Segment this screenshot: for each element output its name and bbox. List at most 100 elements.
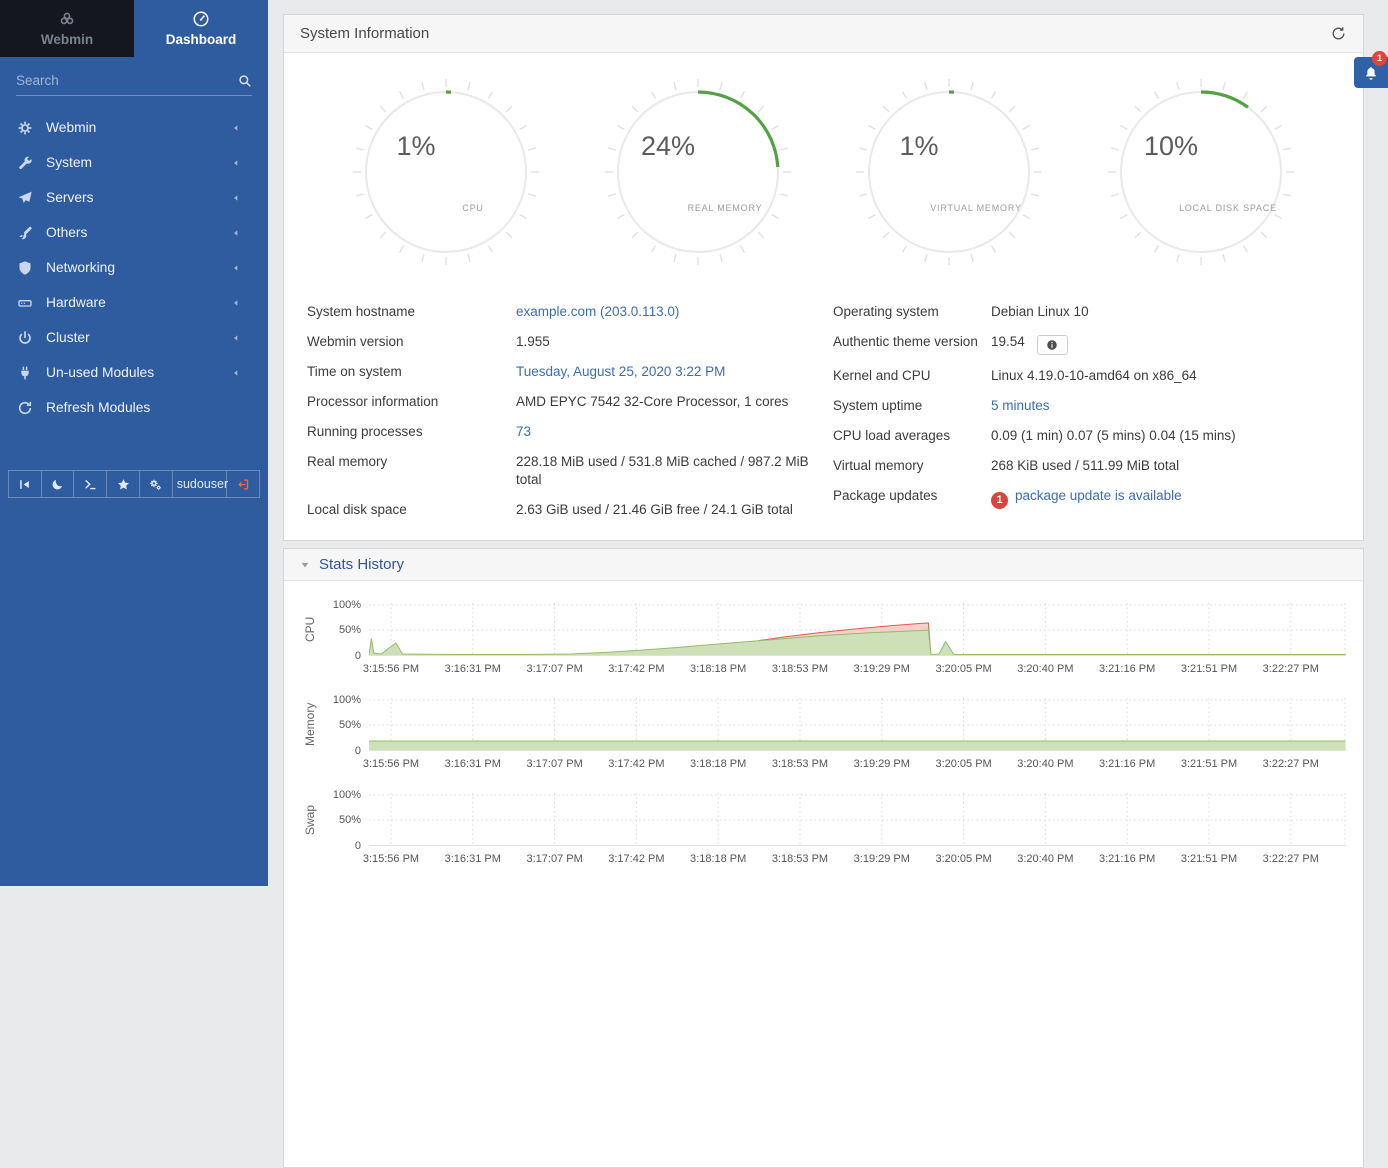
- gauge-real-memory: 24%REAL MEMORY: [603, 77, 793, 267]
- sidebar-menu: Webmin System Servers Others Networking Hardw…: [0, 110, 268, 425]
- refresh-icon: [17, 400, 33, 416]
- info-label: Operating system: [833, 303, 991, 321]
- x-tick-label: 3:22:27 PM: [1263, 853, 1319, 865]
- chart-axis-title: Swap: [302, 793, 318, 846]
- sidebar: Webmin Dashboard Webmin System Servers Othe…: [0, 0, 268, 886]
- info-value-link[interactable]: Tuesday, August 25, 2020 3:22 PM: [516, 364, 725, 379]
- x-tick-label: 3:16:31 PM: [445, 853, 501, 865]
- search-icon[interactable]: [238, 74, 252, 88]
- tab-dashboard[interactable]: Dashboard: [134, 0, 268, 57]
- info-label: Running processes: [307, 423, 516, 441]
- sidebar-item-refresh-modules[interactable]: Refresh Modules: [0, 390, 268, 425]
- sidebar-item-servers[interactable]: Servers: [0, 180, 268, 215]
- sidebar-item-webmin[interactable]: Webmin: [0, 110, 268, 145]
- search-input[interactable]: [16, 73, 238, 88]
- info-icon: [1046, 339, 1058, 351]
- x-tick-label: 3:21:51 PM: [1181, 663, 1237, 675]
- logout-button[interactable]: [227, 470, 260, 498]
- stats-history-title: Stats History: [319, 556, 404, 573]
- x-tick-label: 3:15:56 PM: [363, 663, 419, 675]
- webmin-logo-icon: [58, 10, 76, 28]
- theme-settings-button[interactable]: [140, 470, 173, 498]
- sidebar-item-label: Cluster: [46, 330, 90, 345]
- info-label: Real memory: [307, 453, 516, 489]
- power-icon: [17, 330, 33, 346]
- stats-history-panel: Stats History CPU100%50%03:15:56 PM3:16:…: [283, 548, 1364, 1168]
- x-tick-label: 3:17:07 PM: [526, 853, 582, 865]
- sidebar-item-label: Webmin: [46, 120, 96, 135]
- info-label: CPU load averages: [833, 427, 991, 445]
- x-tick-label: 3:19:29 PM: [854, 758, 910, 770]
- system-info-table: System hostnameexample.com (203.0.113.0)…: [284, 267, 1363, 531]
- x-tick-label: 3:21:51 PM: [1181, 758, 1237, 770]
- info-label: Time on system: [307, 363, 516, 381]
- info-value: Debian Linux 10: [991, 304, 1089, 319]
- info-row: System uptime5 minutes: [833, 397, 1337, 415]
- shield-icon: [17, 260, 33, 276]
- sidebar-item-label: Others: [46, 225, 87, 240]
- sidebar-item-unused-modules[interactable]: Un-used Modules: [0, 355, 268, 390]
- x-tick-label: 3:18:53 PM: [772, 853, 828, 865]
- terminal-button[interactable]: [74, 470, 107, 498]
- x-tick-label: 3:15:56 PM: [363, 853, 419, 865]
- info-value-link[interactable]: 73: [516, 424, 531, 439]
- terminal-icon: [84, 478, 97, 491]
- info-row: CPU load averages0.09 (1 min) 0.07 (5 mi…: [833, 427, 1337, 445]
- info-row: Package updates1package update is availa…: [833, 487, 1337, 509]
- x-tick-label: 3:16:31 PM: [445, 758, 501, 770]
- gauge-percent: 1%: [396, 131, 435, 161]
- sidebar-item-label: Hardware: [46, 295, 106, 310]
- info-row: Kernel and CPULinux 4.19.0-10-amd64 on x…: [833, 367, 1337, 385]
- info-value-link[interactable]: 5 minutes: [991, 398, 1050, 413]
- refresh-panel-button[interactable]: [1330, 25, 1347, 42]
- info-row: Real memory228.18 MiB used / 531.8 MiB c…: [307, 453, 811, 489]
- stats-history-header[interactable]: Stats History: [284, 549, 1363, 581]
- chart-memory: Memory100%50%03:15:56 PM3:16:31 PM3:17:0…: [284, 698, 1363, 793]
- tab-webmin[interactable]: Webmin: [0, 0, 134, 57]
- info-label: Local disk space: [307, 501, 516, 519]
- favorites-button[interactable]: [107, 470, 140, 498]
- gauge-percent: 24%: [641, 131, 695, 161]
- sidebar-item-label: Un-used Modules: [46, 365, 154, 380]
- notifications-tab[interactable]: 1: [1354, 57, 1388, 88]
- sidebar-toolbar: sudouser: [8, 470, 260, 498]
- night-mode-button[interactable]: [42, 470, 75, 498]
- hdd-icon: [17, 295, 33, 311]
- sidebar-item-label: Servers: [46, 190, 94, 205]
- sidebar-item-label: Networking: [46, 260, 115, 275]
- info-row: Local disk space2.63 GiB used / 21.46 Gi…: [307, 501, 811, 519]
- caret-left-icon: [232, 229, 240, 237]
- sidebar-item-hardware[interactable]: Hardware: [0, 285, 268, 320]
- x-tick-label: 3:18:53 PM: [772, 758, 828, 770]
- info-row: Webmin version1.955: [307, 333, 811, 351]
- info-value-link[interactable]: package update is available: [1015, 488, 1182, 503]
- dashboard-icon: [192, 10, 210, 28]
- gauge-cpu: 1%CPU: [351, 77, 541, 267]
- info-value: 228.18 MiB used / 531.8 MiB cached / 987…: [516, 454, 809, 487]
- collapse-sidebar-button[interactable]: [8, 470, 42, 498]
- user-button[interactable]: sudouser: [173, 470, 228, 498]
- series-memory-used: [369, 741, 1346, 750]
- sidebar-item-others[interactable]: Others: [0, 215, 268, 250]
- gauge-label: LOCAL DISK SPACE: [1179, 203, 1277, 213]
- info-label: Virtual memory: [833, 457, 991, 475]
- x-tick-label: 3:18:18 PM: [690, 663, 746, 675]
- x-tick-label: 3:20:05 PM: [935, 663, 991, 675]
- sidebar-item-system[interactable]: System: [0, 145, 268, 180]
- info-row: Operating systemDebian Linux 10: [833, 303, 1337, 321]
- y-tick-label: 0: [355, 650, 361, 662]
- info-label: Webmin version: [307, 333, 516, 351]
- tools-icon: [17, 225, 33, 241]
- x-tick-label: 3:18:18 PM: [690, 758, 746, 770]
- x-tick-label: 3:18:18 PM: [690, 853, 746, 865]
- theme-info-button[interactable]: [1037, 335, 1068, 355]
- y-tick-label: 0: [355, 840, 361, 852]
- x-tick-label: 3:20:05 PM: [935, 853, 991, 865]
- x-tick-label: 3:22:27 PM: [1263, 758, 1319, 770]
- info-value-link[interactable]: example.com (203.0.113.0): [516, 304, 679, 319]
- sidebar-item-cluster[interactable]: Cluster: [0, 320, 268, 355]
- gear-icon: [17, 120, 33, 136]
- sidebar-item-networking[interactable]: Networking: [0, 250, 268, 285]
- y-tick-label: 50%: [339, 624, 361, 636]
- x-tick-label: 3:17:07 PM: [526, 663, 582, 675]
